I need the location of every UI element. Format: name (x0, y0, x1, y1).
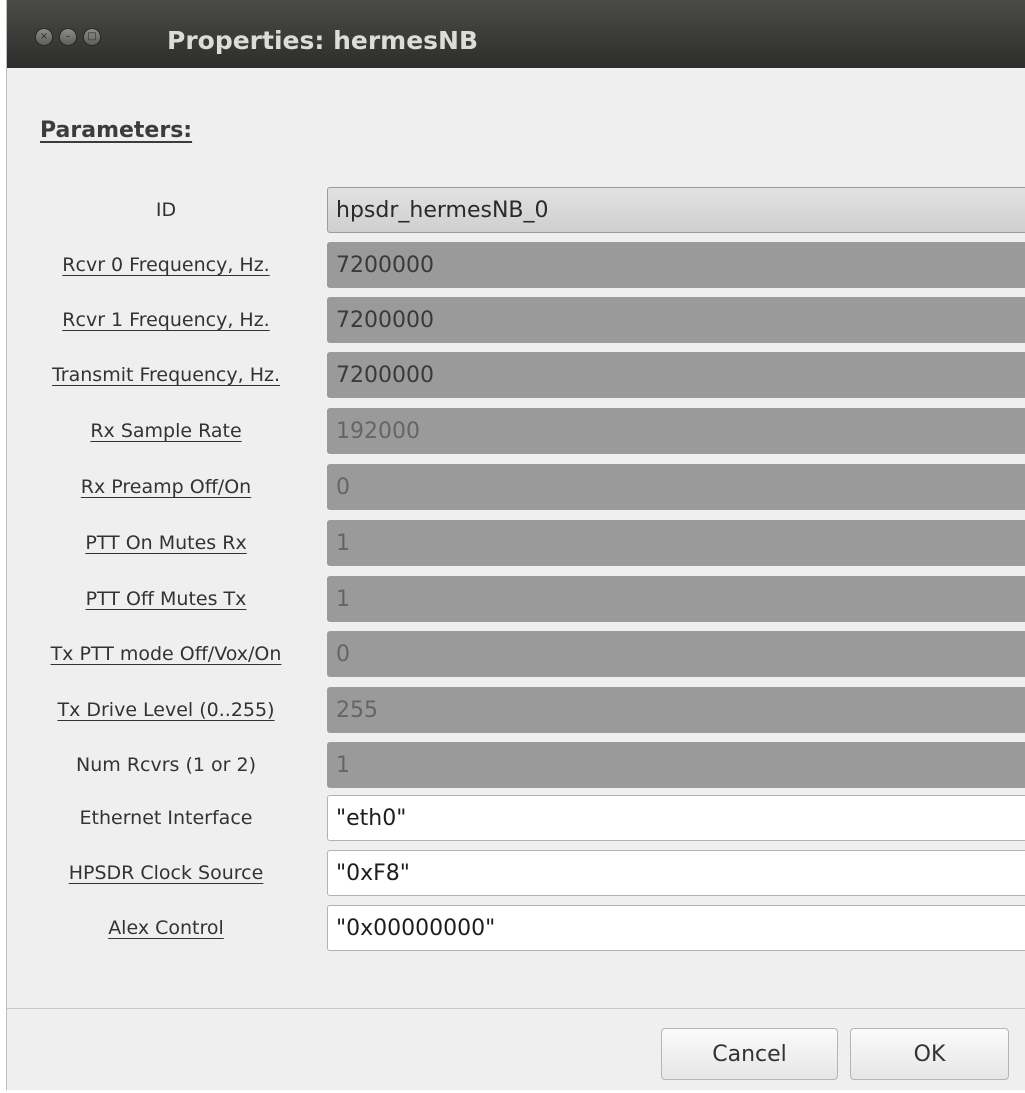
param-row-transmit-frequency: Transmit Frequency, Hz. 7200000 (7, 350, 1025, 400)
param-label-id: ID (155, 199, 177, 221)
close-button[interactable]: × (35, 28, 53, 46)
param-label-tx-drive-level: Tx Drive Level (0..255) (57, 699, 275, 721)
param-row-num-rcvrs: Num Rcvrs (1 or 2) 1 (7, 740, 1025, 790)
param-row-ptt-on-mutes-rx: PTT On Mutes Rx 1 (7, 518, 1025, 568)
cancel-button[interactable]: Cancel (661, 1028, 838, 1080)
param-label-alex-control: Alex Control (108, 917, 224, 939)
param-value-tx-drive-level[interactable]: 255 (327, 687, 1025, 733)
param-row-rx-preamp: Rx Preamp Off/On 0 (7, 462, 1025, 512)
maximize-icon: □ (87, 31, 97, 42)
param-row-ethernet-interface: Ethernet Interface "eth0" (7, 793, 1025, 843)
param-row-tx-drive-level: Tx Drive Level (0..255) 255 (7, 685, 1025, 735)
param-value-rcvr1-frequency[interactable]: 7200000 (327, 297, 1025, 343)
param-value-rx-sample-rate[interactable]: 192000 (327, 408, 1025, 454)
param-label-num-rcvrs: Num Rcvrs (1 or 2) (76, 754, 256, 776)
param-value-num-rcvrs[interactable]: 1 (327, 742, 1025, 788)
param-value-hpsdr-clock-source[interactable]: "0xF8" (327, 850, 1025, 896)
param-row-tx-ptt-mode: Tx PTT mode Off/Vox/On 0 (7, 629, 1025, 679)
minimize-icon: – (65, 31, 71, 42)
param-value-tx-ptt-mode[interactable]: 0 (327, 631, 1025, 677)
button-separator (7, 1008, 1025, 1009)
param-row-id: ID hpsdr_hermesNB_0 (7, 185, 1025, 235)
minimize-button[interactable]: – (59, 28, 77, 46)
parameters-heading: Parameters: (40, 118, 193, 143)
param-value-alex-control[interactable]: "0x00000000" (327, 905, 1025, 951)
param-row-ptt-off-mutes-tx: PTT Off Mutes Tx 1 (7, 574, 1025, 624)
param-value-ethernet-interface[interactable]: "eth0" (327, 795, 1025, 841)
param-value-ptt-on-mutes-rx[interactable]: 1 (327, 520, 1025, 566)
close-icon: × (39, 31, 49, 42)
param-label-transmit-frequency: Transmit Frequency, Hz. (51, 364, 281, 386)
param-row-alex-control: Alex Control "0x00000000" (7, 903, 1025, 953)
param-value-rcvr0-frequency[interactable]: 7200000 (327, 242, 1025, 288)
param-label-rcvr0-frequency: Rcvr 0 Frequency, Hz. (62, 254, 270, 276)
param-value-transmit-frequency[interactable]: 7200000 (327, 352, 1025, 398)
param-label-ptt-on-mutes-rx: PTT On Mutes Rx (85, 532, 247, 554)
param-row-rx-sample-rate: Rx Sample Rate 192000 (7, 406, 1025, 456)
properties-dialog: × – □ Properties: hermesNB Parameters: I… (6, 0, 1025, 1090)
param-row-rcvr1-frequency: Rcvr 1 Frequency, Hz. 7200000 (7, 295, 1025, 345)
param-row-hpsdr-clock-source: HPSDR Clock Source "0xF8" (7, 848, 1025, 898)
title-bar: × – □ Properties: hermesNB (7, 0, 1025, 68)
param-label-ethernet-interface: Ethernet Interface (79, 807, 253, 829)
param-label-hpsdr-clock-source: HPSDR Clock Source (68, 862, 264, 884)
window-title: Properties: hermesNB (167, 26, 479, 55)
param-label-rx-preamp: Rx Preamp Off/On (80, 476, 252, 498)
maximize-button[interactable]: □ (83, 28, 101, 46)
param-label-ptt-off-mutes-tx: PTT Off Mutes Tx (85, 588, 247, 610)
param-value-ptt-off-mutes-tx[interactable]: 1 (327, 576, 1025, 622)
param-value-id[interactable]: hpsdr_hermesNB_0 (327, 187, 1025, 233)
ok-button[interactable]: OK (850, 1028, 1009, 1080)
param-label-rcvr1-frequency: Rcvr 1 Frequency, Hz. (62, 309, 270, 331)
param-label-tx-ptt-mode: Tx PTT mode Off/Vox/On (50, 643, 282, 665)
param-row-rcvr0-frequency: Rcvr 0 Frequency, Hz. 7200000 (7, 240, 1025, 290)
param-label-rx-sample-rate: Rx Sample Rate (90, 420, 242, 442)
param-value-rx-preamp[interactable]: 0 (327, 464, 1025, 510)
